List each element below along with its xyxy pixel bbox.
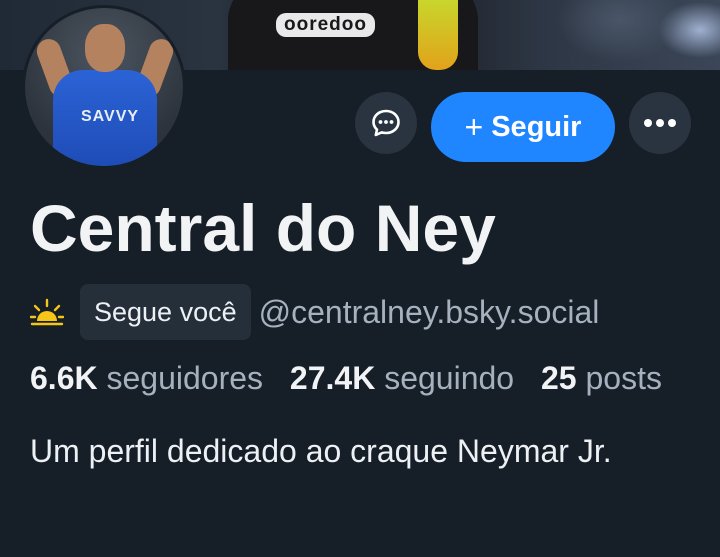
followers-count[interactable]: 6.6K: [30, 360, 98, 396]
following-label[interactable]: seguindo: [384, 360, 514, 396]
followers-label[interactable]: seguidores: [106, 360, 263, 396]
avatar-head: [85, 24, 125, 72]
follow-button-label: Seguir: [491, 110, 582, 143]
banner-glove: [418, 0, 458, 70]
message-button[interactable]: [355, 92, 417, 154]
chat-bubble-icon: [372, 109, 400, 137]
posts-label: posts: [585, 360, 662, 396]
avatar-shirt-text: SAVVY: [81, 108, 140, 125]
sun-icon: [30, 298, 64, 326]
more-options-button[interactable]: [629, 92, 691, 154]
profile-bio: Um perfil dedicado ao craque Neymar Jr.: [30, 433, 612, 469]
profile-handle[interactable]: @centralney.bsky.social: [259, 294, 600, 331]
following-count[interactable]: 27.4K: [290, 360, 375, 396]
profile-display-name: Central do Ney: [30, 191, 496, 265]
follow-button[interactable]: + Seguir: [431, 92, 615, 162]
follows-you-badge: Segue você: [80, 284, 251, 340]
ellipsis-icon: [644, 119, 676, 127]
banner-sponsor-text: ooredoo: [276, 13, 375, 37]
plus-icon: +: [464, 109, 484, 145]
profile-meta-row: Segue você @centralney.bsky.social: [30, 284, 599, 340]
profile-stats: 6.6K seguidores 27.4K seguindo 25 posts: [30, 360, 680, 397]
posts-count: 25: [540, 360, 577, 396]
avatar[interactable]: SAVVY: [22, 5, 186, 169]
